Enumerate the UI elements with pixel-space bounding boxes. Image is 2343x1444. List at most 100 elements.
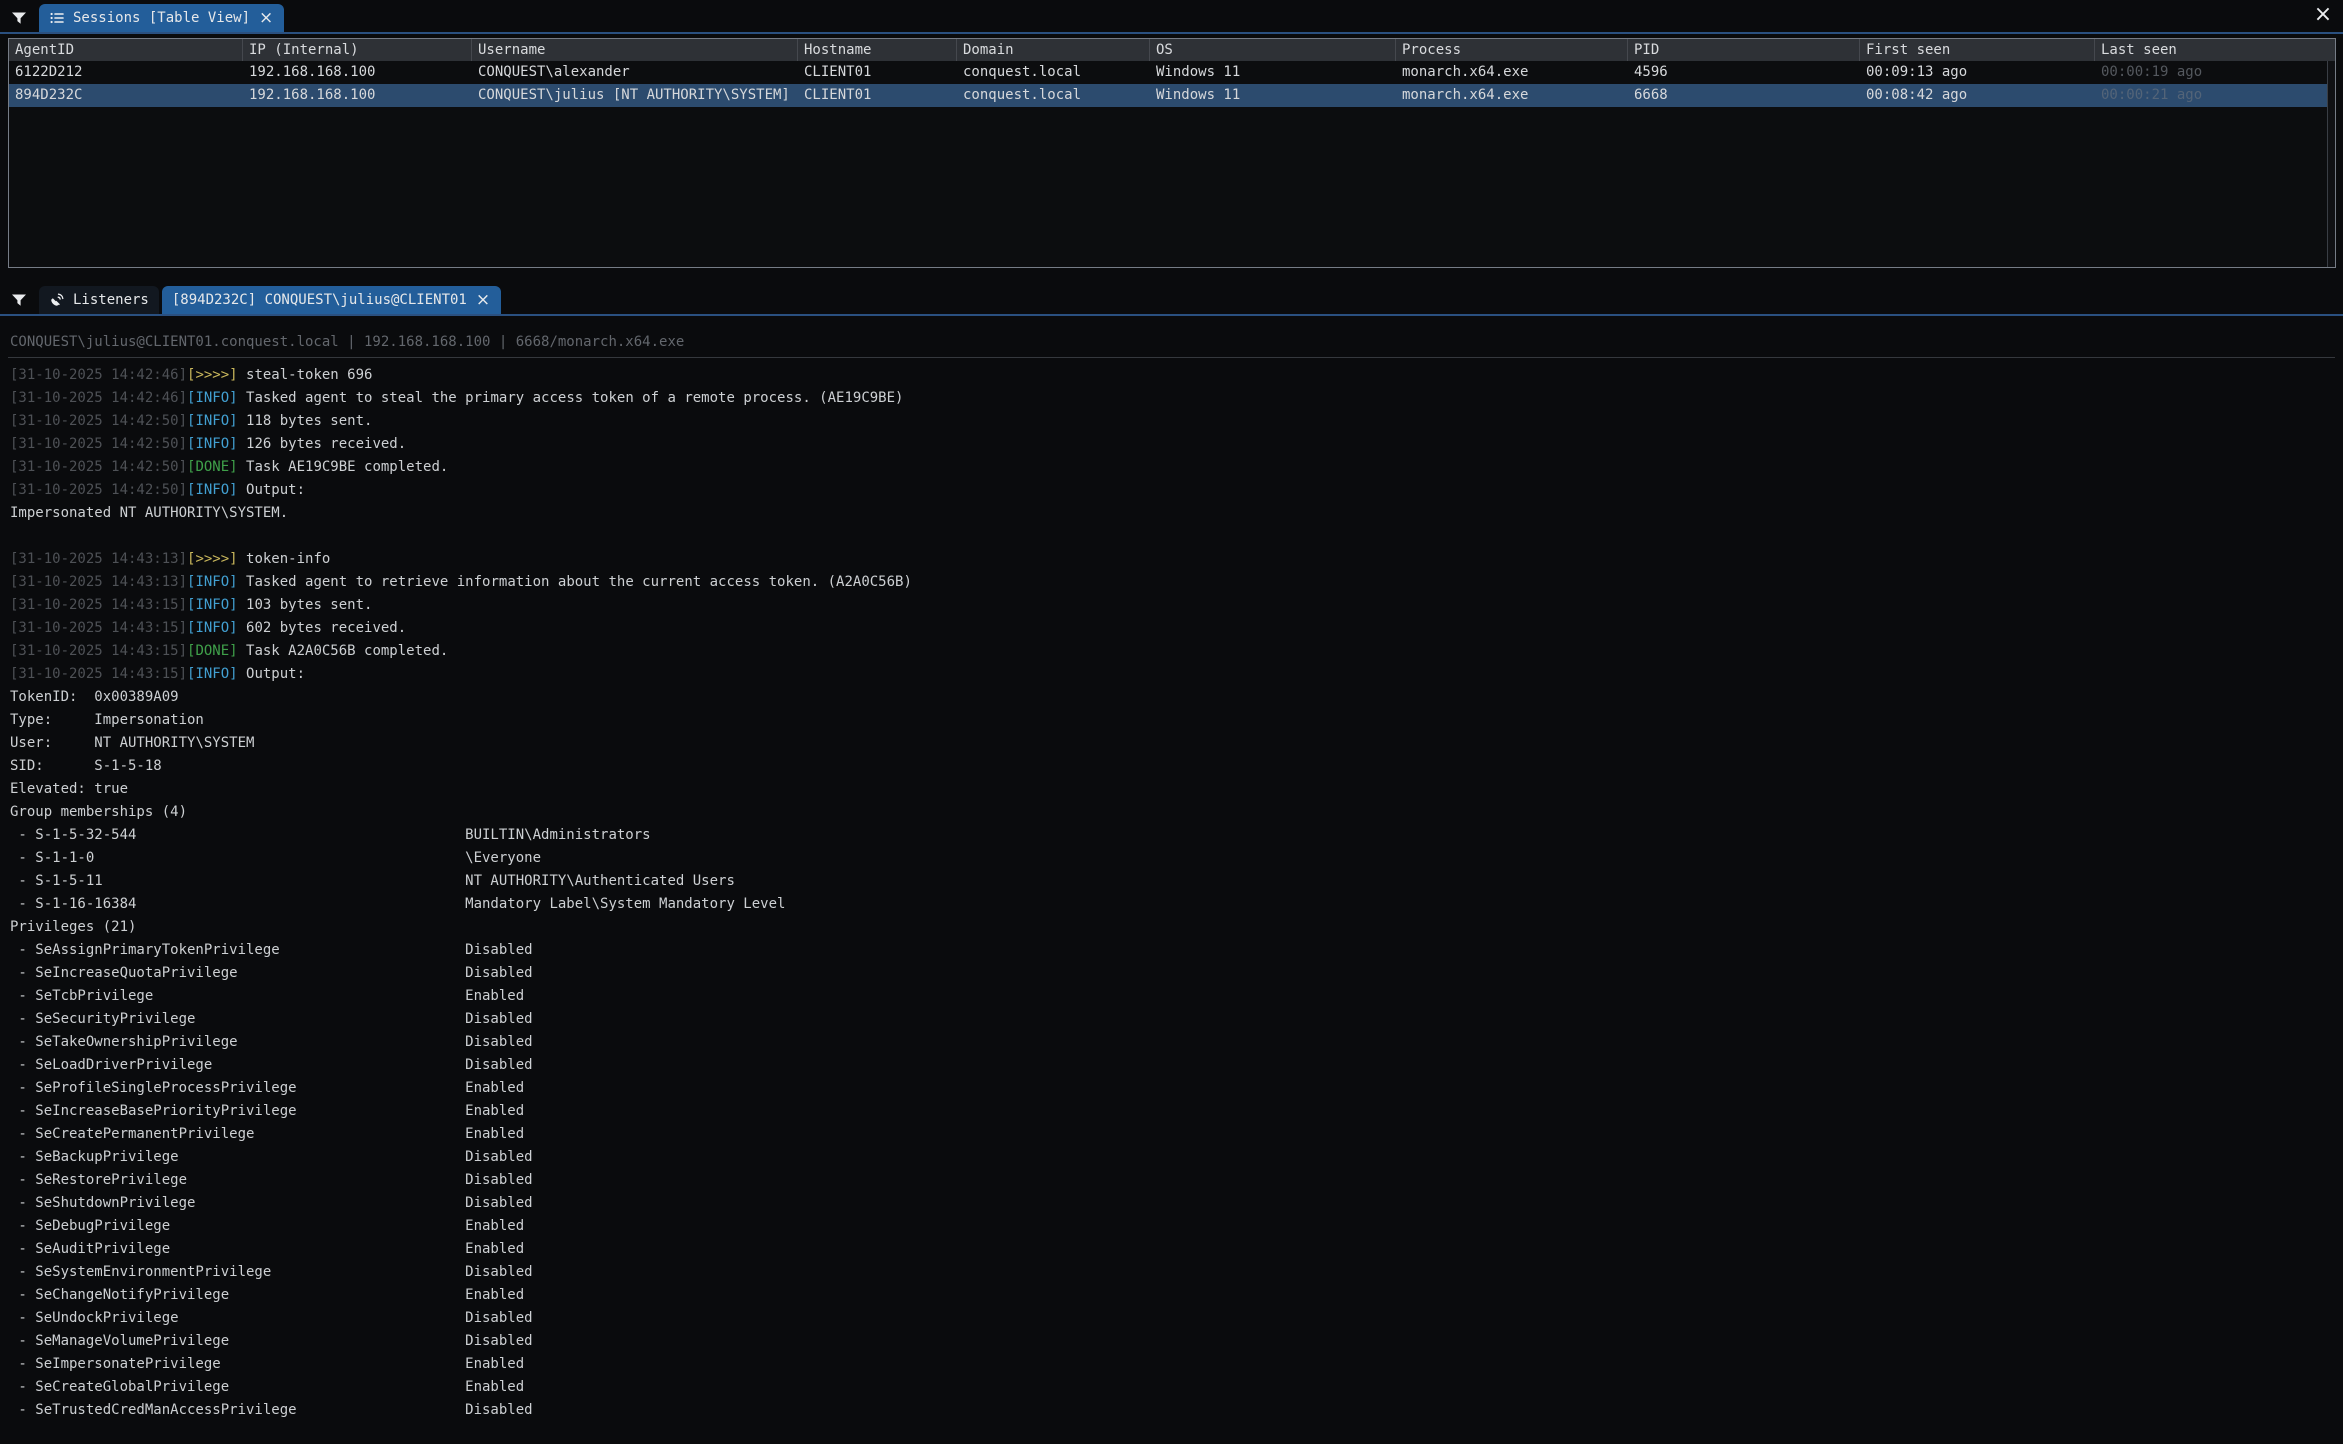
console-line: - SeLoadDriverPrivilege Disabled bbox=[10, 1054, 2335, 1077]
console-line: [31-10-2025 14:42:50][INFO] Output: bbox=[10, 479, 2335, 502]
console-line: - SeProfileSingleProcessPrivilege Enable… bbox=[10, 1077, 2335, 1100]
console-line: [31-10-2025 14:43:13][>>>>] token-info bbox=[10, 548, 2335, 571]
table-view-icon bbox=[49, 10, 65, 26]
filter-icon bbox=[9, 8, 29, 28]
filter-icon bbox=[9, 290, 29, 310]
table-cell: 00:09:13 ago bbox=[1860, 61, 2095, 84]
satellite-icon bbox=[49, 292, 65, 308]
console-line: Privileges (21) bbox=[10, 916, 2335, 939]
filter-button-bottom[interactable] bbox=[4, 286, 34, 314]
tab-agent-session[interactable]: [894D232C] CONQUEST\julius@CLIENT01 × bbox=[162, 286, 501, 314]
table-cell: CLIENT01 bbox=[798, 61, 957, 84]
column-header[interactable]: OS bbox=[1150, 39, 1396, 61]
table-cell: CONQUEST\alexander bbox=[472, 61, 798, 84]
console-line: - SeShutdownPrivilege Disabled bbox=[10, 1192, 2335, 1215]
console-line bbox=[10, 525, 2335, 548]
column-header[interactable]: IP (Internal) bbox=[243, 39, 472, 61]
console-line: - SeChangeNotifyPrivilege Enabled bbox=[10, 1284, 2335, 1307]
table-cell: 00:00:19 ago bbox=[2095, 61, 2335, 84]
console-line: SID: S-1-5-18 bbox=[10, 755, 2335, 778]
tabbar-underline bbox=[0, 314, 2343, 316]
console-line: [31-10-2025 14:42:50][DONE] Task AE19C9B… bbox=[10, 456, 2335, 479]
table-cell: 00:00:21 ago bbox=[2095, 84, 2335, 107]
table-cell: 4596 bbox=[1628, 61, 1860, 84]
sessions-table: AgentIDIP (Internal)UsernameHostnameDoma… bbox=[8, 38, 2336, 268]
table-cell: 192.168.168.100 bbox=[243, 61, 472, 84]
console-line: - SeIncreaseBasePriorityPrivilege Enable… bbox=[10, 1100, 2335, 1123]
sessions-scrollbar[interactable] bbox=[2327, 61, 2335, 267]
console-line: [31-10-2025 14:42:50][INFO] 118 bytes se… bbox=[10, 410, 2335, 433]
console-line: - SeDebugPrivilege Enabled bbox=[10, 1215, 2335, 1238]
console-line: - S-1-5-32-544 BUILTIN\Administrators bbox=[10, 824, 2335, 847]
console-line: - SeCreateGlobalPrivilege Enabled bbox=[10, 1376, 2335, 1399]
tab-label: [894D232C] CONQUEST\julius@CLIENT01 bbox=[172, 292, 467, 308]
table-cell: 6122D212 bbox=[9, 61, 243, 84]
console-line: - SeSecurityPrivilege Disabled bbox=[10, 1008, 2335, 1031]
column-header[interactable]: Domain bbox=[957, 39, 1150, 61]
console-line: - SeAuditPrivilege Enabled bbox=[10, 1238, 2335, 1261]
column-header[interactable]: First seen bbox=[1860, 39, 2095, 61]
tab-sessions[interactable]: Sessions [Table View] × bbox=[39, 4, 284, 32]
table-cell: CONQUEST\julius [NT AUTHORITY\SYSTEM] bbox=[472, 84, 798, 107]
console-line: Group memberships (4) bbox=[10, 801, 2335, 824]
console-line: Elevated: true bbox=[10, 778, 2335, 801]
console-line: TokenID: 0x00389A09 bbox=[10, 686, 2335, 709]
console-line: - SeSystemEnvironmentPrivilege Disabled bbox=[10, 1261, 2335, 1284]
console-line: Type: Impersonation bbox=[10, 709, 2335, 732]
console-line: [31-10-2025 14:42:46][>>>>] steal-token … bbox=[10, 364, 2335, 387]
console-line: - SeTcbPrivilege Enabled bbox=[10, 985, 2335, 1008]
session-row[interactable]: 894D232C192.168.168.100CONQUEST\julius [… bbox=[9, 84, 2335, 107]
console-line: - SeManageVolumePrivilege Disabled bbox=[10, 1330, 2335, 1353]
console-line: - SeTrustedCredManAccessPrivilege Disabl… bbox=[10, 1399, 2335, 1422]
column-header[interactable]: Hostname bbox=[798, 39, 957, 61]
sessions-table-header: AgentIDIP (Internal)UsernameHostnameDoma… bbox=[9, 39, 2335, 61]
console-line: - SeRestorePrivilege Disabled bbox=[10, 1169, 2335, 1192]
console-log[interactable]: [31-10-2025 14:42:46][>>>>] steal-token … bbox=[10, 364, 2335, 1444]
filter-button[interactable] bbox=[4, 4, 34, 32]
console-divider bbox=[8, 357, 2335, 358]
agent-tabbar: Listeners [894D232C] CONQUEST\julius@CLI… bbox=[0, 282, 2343, 314]
console-line: - SeTakeOwnershipPrivilege Disabled bbox=[10, 1031, 2335, 1054]
console-line: Impersonated NT AUTHORITY\SYSTEM. bbox=[10, 502, 2335, 525]
table-cell: 00:08:42 ago bbox=[1860, 84, 2095, 107]
console-line: [31-10-2025 14:43:15][INFO] 602 bytes re… bbox=[10, 617, 2335, 640]
column-header[interactable]: Username bbox=[472, 39, 798, 61]
console-line: - S-1-16-16384 Mandatory Label\System Ma… bbox=[10, 893, 2335, 916]
console-line: - SeBackupPrivilege Disabled bbox=[10, 1146, 2335, 1169]
table-cell: Windows 11 bbox=[1150, 61, 1396, 84]
console-line: - SeUndockPrivilege Disabled bbox=[10, 1307, 2335, 1330]
console-line: - S-1-1-0 \Everyone bbox=[10, 847, 2335, 870]
table-cell: conquest.local bbox=[957, 61, 1150, 84]
app-window: { "colors": { "tab-blue": "#235e9a", "ta… bbox=[0, 0, 2343, 1444]
tab-label: Sessions [Table View] bbox=[73, 10, 250, 26]
tabbar-underline bbox=[0, 32, 2343, 34]
tab-close-icon[interactable]: × bbox=[475, 293, 491, 307]
table-cell: monarch.x64.exe bbox=[1396, 61, 1628, 84]
tab-listeners[interactable]: Listeners bbox=[39, 286, 159, 314]
tab-close-icon[interactable]: × bbox=[258, 11, 274, 25]
console-line: [31-10-2025 14:42:50][INFO] 126 bytes re… bbox=[10, 433, 2335, 456]
table-cell: monarch.x64.exe bbox=[1396, 84, 1628, 107]
console-line: - S-1-5-11 NT AUTHORITY\Authenticated Us… bbox=[10, 870, 2335, 893]
console-line: - SeIncreaseQuotaPrivilege Disabled bbox=[10, 962, 2335, 985]
column-header[interactable]: PID bbox=[1628, 39, 1860, 61]
column-header[interactable]: AgentID bbox=[9, 39, 243, 61]
table-cell: 894D232C bbox=[9, 84, 243, 107]
console-session-info: CONQUEST\julius@CLIENT01.conquest.local … bbox=[10, 331, 2330, 354]
console-line: - SeImpersonatePrivilege Enabled bbox=[10, 1353, 2335, 1376]
table-cell: CLIENT01 bbox=[798, 84, 957, 107]
sessions-tabbar: Sessions [Table View] × bbox=[0, 0, 2343, 32]
session-row[interactable]: 6122D212192.168.168.100CONQUEST\alexande… bbox=[9, 61, 2335, 84]
tab-label: Listeners bbox=[73, 292, 149, 308]
table-cell: Windows 11 bbox=[1150, 84, 1396, 107]
console-line: [31-10-2025 14:42:46][INFO] Tasked agent… bbox=[10, 387, 2335, 410]
table-cell: conquest.local bbox=[957, 84, 1150, 107]
column-header[interactable]: Last seen bbox=[2095, 39, 2335, 61]
table-cell: 192.168.168.100 bbox=[243, 84, 472, 107]
console-line: [31-10-2025 14:43:15][INFO] 103 bytes se… bbox=[10, 594, 2335, 617]
column-header[interactable]: Process bbox=[1396, 39, 1628, 61]
console-line: [31-10-2025 14:43:13][INFO] Tasked agent… bbox=[10, 571, 2335, 594]
console-line: [31-10-2025 14:43:15][DONE] Task A2A0C56… bbox=[10, 640, 2335, 663]
sessions-table-body: 6122D212192.168.168.100CONQUEST\alexande… bbox=[9, 61, 2335, 107]
console-line: - SeAssignPrimaryTokenPrivilege Disabled bbox=[10, 939, 2335, 962]
